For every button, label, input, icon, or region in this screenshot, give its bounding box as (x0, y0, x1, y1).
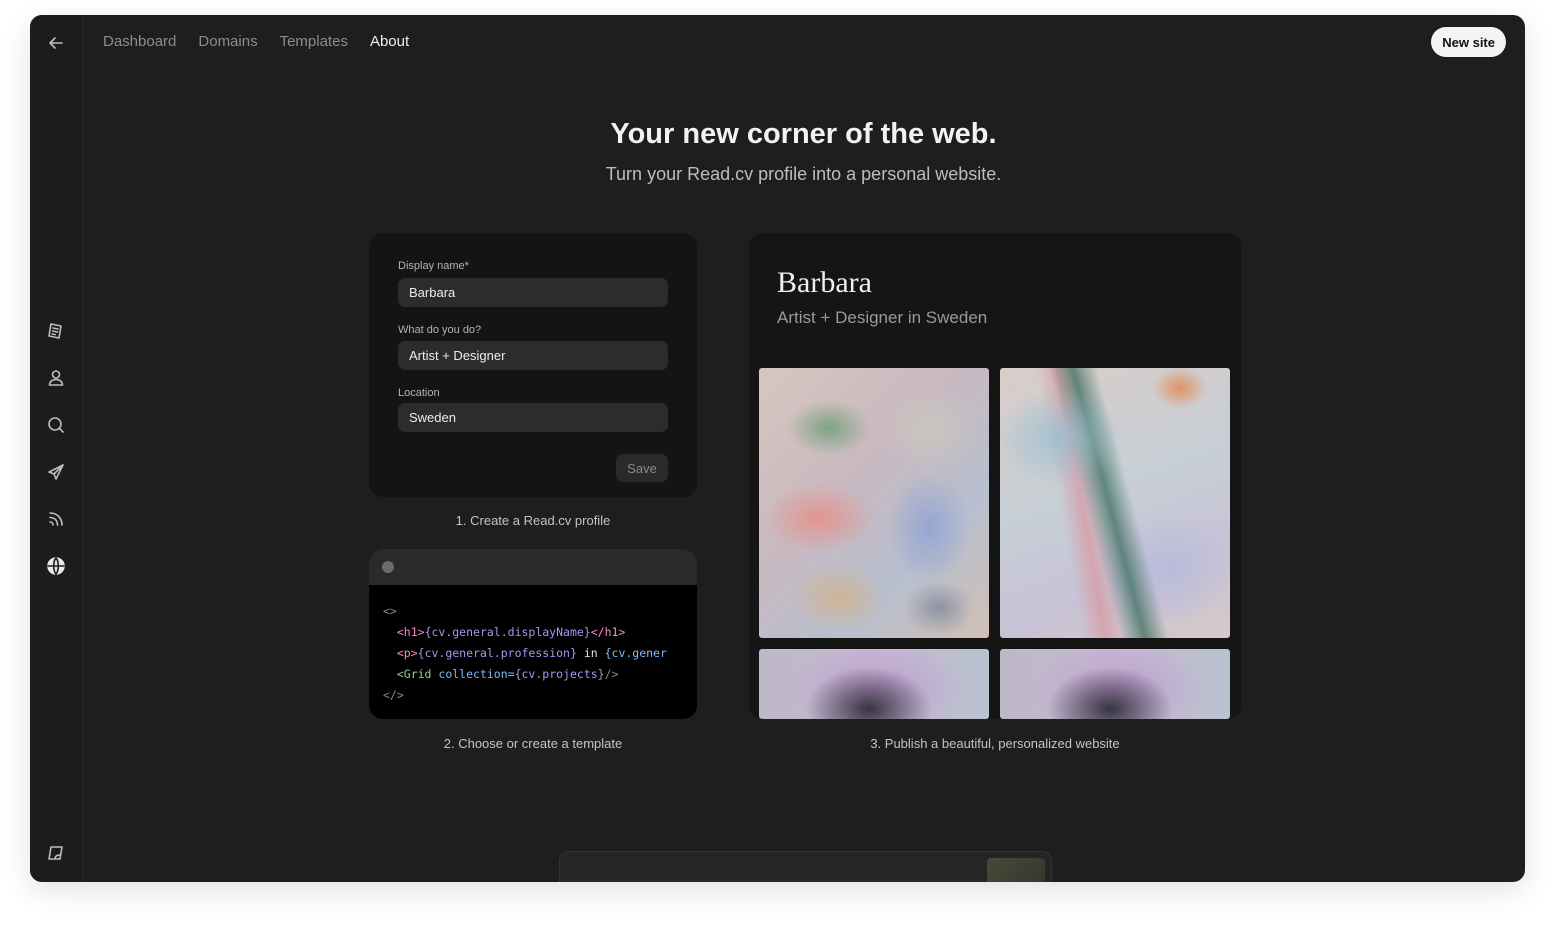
search-icon[interactable] (42, 411, 70, 439)
document-icon[interactable] (42, 317, 70, 345)
step-2-caption: 2. Choose or create a template (443, 736, 623, 751)
code-window-bar (369, 549, 697, 585)
profile-form-card: Display name* Barbara What do you do? Ar… (369, 233, 697, 497)
code-grid-end: /> (604, 667, 619, 681)
nav-domains[interactable]: Domains (198, 33, 257, 50)
new-site-button[interactable]: New site (1431, 27, 1506, 57)
location-label: Location (398, 387, 440, 399)
globe-icon[interactable] (42, 552, 70, 580)
artwork-image-4 (1000, 649, 1230, 719)
preview-name: Barbara (777, 266, 872, 299)
template-code: <> <h1>{cv.general.displayName}</h1> <p>… (383, 601, 667, 706)
profile-icon[interactable] (42, 364, 70, 392)
page-subtitle: Turn your Read.cv profile into a persona… (605, 164, 1002, 184)
display-name-field[interactable]: Barbara (398, 278, 668, 307)
note-icon[interactable] (42, 839, 70, 867)
artwork-image-2 (1000, 368, 1230, 638)
bottom-preview-card (559, 851, 1052, 882)
code-p-expr2: {cv.gener (604, 646, 667, 660)
send-icon[interactable] (42, 458, 70, 486)
code-p-text: in (576, 646, 605, 660)
artwork-image-3 (759, 649, 989, 719)
back-arrow-icon[interactable] (42, 29, 70, 57)
save-button[interactable]: Save (616, 454, 668, 482)
code-grid-expr: {cv.projects} (514, 667, 605, 681)
preview-subtitle: Artist + Designer in Sweden (777, 308, 988, 327)
template-code-card: <> <h1>{cv.general.displayName}</h1> <p>… (369, 549, 697, 719)
code-h1-close: </h1> (590, 625, 626, 639)
code-grid-comp: <Grid (396, 667, 439, 681)
window-dot (382, 561, 394, 573)
code-h1-open: <h1> (396, 625, 425, 639)
code-grid-attr: collection= (438, 667, 515, 681)
top-nav: Dashboard Domains Templates About (103, 33, 409, 50)
page-title: Your new corner of the web. (610, 118, 997, 150)
code-close: </> (383, 688, 404, 702)
app-window: Dashboard Domains Templates About New si… (30, 15, 1525, 882)
display-name-label: Display name* (398, 260, 469, 272)
website-preview-card: Barbara Artist + Designer in Sweden (749, 233, 1241, 719)
code-open: <> (383, 604, 397, 618)
artwork-image-1 (759, 368, 989, 638)
code-h1-expr: {cv.general.displayName} (424, 625, 591, 639)
profession-field[interactable]: Artist + Designer (398, 341, 668, 370)
bottom-thumbnail (987, 858, 1045, 882)
step-1-caption: 1. Create a Read.cv profile (455, 513, 611, 528)
nav-templates[interactable]: Templates (280, 33, 348, 50)
nav-about[interactable]: About (370, 33, 409, 50)
feed-icon[interactable] (42, 505, 70, 533)
code-p-open: <p> (396, 646, 418, 660)
profession-label: What do you do? (398, 324, 482, 336)
step-3-caption: 3. Publish a beautiful, personalized web… (870, 736, 1120, 751)
code-p-expr: {cv.general.profession} (417, 646, 577, 660)
location-field[interactable]: Sweden (398, 403, 668, 432)
nav-dashboard[interactable]: Dashboard (103, 33, 176, 50)
